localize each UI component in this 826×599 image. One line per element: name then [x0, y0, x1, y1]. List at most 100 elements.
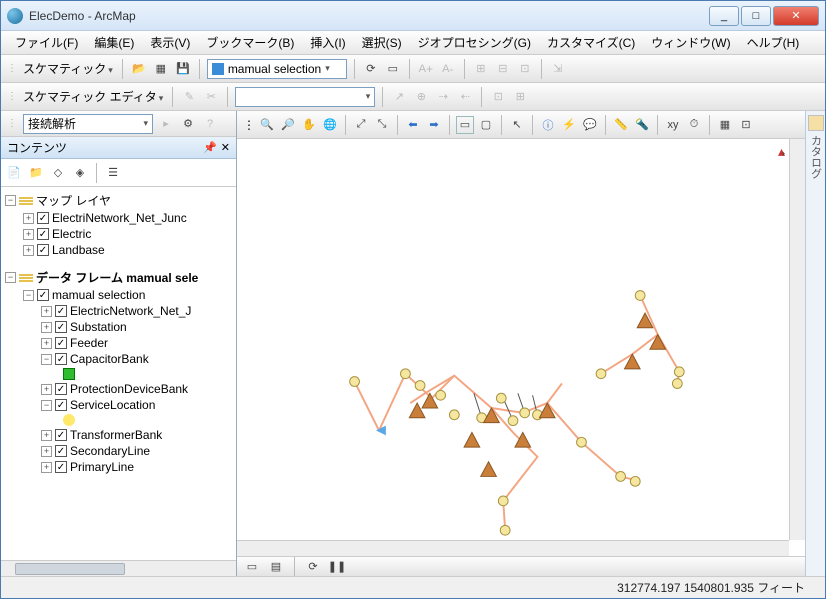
collapse-icon[interactable]: −	[41, 354, 52, 365]
toc-close-icon[interactable]: ✕	[221, 141, 230, 154]
identify-icon[interactable]: ⓘ	[539, 116, 557, 134]
menu-bookmark[interactable]: ブックマーク(B)	[200, 32, 300, 53]
menu-window[interactable]: ウィンドウ(W)	[645, 32, 736, 53]
expand-icon[interactable]: +	[41, 306, 52, 317]
zoom-out-icon[interactable]: 🔎	[279, 116, 297, 134]
analysis-config-icon[interactable]: ⚙	[179, 115, 197, 133]
layer-label[interactable]: Electric	[52, 227, 91, 241]
catalog-icon[interactable]	[808, 115, 824, 131]
checkbox[interactable]: ✓	[55, 305, 67, 317]
menu-file[interactable]: ファイル(F)	[9, 32, 84, 53]
distribute-icon[interactable]: ⊟	[494, 60, 512, 78]
editor-combo[interactable]: ▾	[235, 87, 375, 107]
layer-label[interactable]: Feeder	[70, 336, 108, 350]
fixed-zoom-in-icon[interactable]: ⤢	[352, 116, 370, 134]
tool4-icon[interactable]: ⇠	[456, 88, 474, 106]
pan-icon[interactable]: ✋	[300, 116, 318, 134]
checkbox[interactable]: ✓	[55, 399, 67, 411]
checkbox[interactable]: ✓	[37, 244, 49, 256]
list-by-visibility-icon[interactable]: ◇	[49, 164, 67, 182]
tool3-icon[interactable]: ⇢	[434, 88, 452, 106]
layout-view-icon[interactable]: ▤	[267, 558, 285, 576]
schematic-dropdown[interactable]: スケマティック	[23, 60, 113, 77]
html-popup-icon[interactable]: 💬	[581, 116, 599, 134]
find-icon[interactable]: 🔦	[633, 116, 651, 134]
save-icon[interactable]: 💾	[174, 60, 192, 78]
list-by-selection-icon[interactable]: ◈	[71, 164, 89, 182]
frame2-label[interactable]: データ フレーム mamual sele	[36, 269, 198, 286]
table-icon[interactable]: ▦	[716, 116, 734, 134]
checkbox[interactable]: ✓	[37, 228, 49, 240]
refresh-icon[interactable]: ⟳	[362, 60, 380, 78]
menu-select[interactable]: 選択(S)	[356, 32, 408, 53]
expand-icon[interactable]: ⇲	[549, 60, 567, 78]
checkbox[interactable]: ✓	[55, 461, 67, 473]
expand-icon[interactable]: +	[41, 322, 52, 333]
expand-icon[interactable]: +	[41, 338, 52, 349]
rotate-icon[interactable]: ⊡	[516, 60, 534, 78]
layer-label[interactable]: ServiceLocation	[70, 398, 155, 412]
map-vscrollbar[interactable]	[789, 139, 805, 540]
tool5-icon[interactable]: ⊡	[489, 88, 507, 106]
collapse-icon[interactable]: −	[23, 290, 34, 301]
layer-label[interactable]: Substation	[70, 320, 127, 334]
menu-edit[interactable]: 編集(E)	[88, 32, 140, 53]
fixed-zoom-out-icon[interactable]: ⤡	[373, 116, 391, 134]
next-extent-icon[interactable]: ➡	[425, 116, 443, 134]
schematic-editor-dropdown[interactable]: スケマティック エディタ	[23, 88, 163, 105]
checkbox[interactable]: ✓	[55, 321, 67, 333]
pin-icon[interactable]: 📌	[203, 141, 217, 154]
menu-insert[interactable]: 挿入(I)	[304, 32, 351, 53]
menu-customize[interactable]: カスタマイズ(C)	[541, 32, 641, 53]
full-extent-icon[interactable]: 🌐	[321, 116, 339, 134]
expand-icon[interactable]: +	[41, 446, 52, 457]
layer-label[interactable]: ElectriNetwork_Net_Junc	[52, 211, 187, 225]
clear-select-icon[interactable]: ▢	[477, 116, 495, 134]
layer-label[interactable]: CapacitorBank	[70, 352, 149, 366]
checkbox[interactable]: ✓	[55, 445, 67, 457]
list-by-source-icon[interactable]: 📁	[27, 164, 45, 182]
close-button[interactable]: ✕	[773, 6, 819, 26]
refresh-view-icon[interactable]: ⟳	[304, 558, 322, 576]
zoom-in-icon[interactable]: 🔍	[258, 116, 276, 134]
checkbox[interactable]: ✓	[55, 383, 67, 395]
options-icon[interactable]: ☰	[104, 164, 122, 182]
checkbox[interactable]: ✓	[37, 212, 49, 224]
select-features-icon[interactable]: ▭	[456, 116, 474, 134]
prev-extent-icon[interactable]: ⬅	[404, 116, 422, 134]
tool2-icon[interactable]: ⊕	[412, 88, 430, 106]
menu-geoprocessing[interactable]: ジオプロセシング(G)	[412, 32, 537, 53]
checkbox[interactable]: ✓	[37, 289, 49, 301]
schematic-combo[interactable]: mamual selection ▾	[207, 59, 347, 79]
hyperlink-icon[interactable]: ⚡	[560, 116, 578, 134]
menu-view[interactable]: 表示(V)	[144, 32, 196, 53]
layer-label[interactable]: TransformerBank	[70, 428, 162, 442]
frame1-label[interactable]: マップ レイヤ	[36, 192, 111, 209]
tool6-icon[interactable]: ⊞	[511, 88, 529, 106]
font-dec-icon[interactable]: A-	[439, 60, 457, 78]
layer-label[interactable]: PrimaryLine	[70, 460, 134, 474]
collapse-icon[interactable]: −	[5, 272, 16, 283]
checkbox[interactable]: ✓	[55, 429, 67, 441]
analysis-help-icon[interactable]: ?	[201, 115, 219, 133]
analysis-run-icon[interactable]: ▸	[157, 115, 175, 133]
maximize-button[interactable]: □	[741, 6, 771, 26]
layout-icon[interactable]: ▭	[384, 60, 402, 78]
layer-label[interactable]: Landbase	[52, 243, 105, 257]
toc-tree[interactable]: − マップ レイヤ +✓ElectriNetwork_Net_Junc +✓El…	[1, 187, 236, 560]
expand-icon[interactable]: +	[23, 213, 34, 224]
cut-icon[interactable]: ✂	[202, 88, 220, 106]
edit-icon[interactable]: ✎	[180, 88, 198, 106]
goto-xy-icon[interactable]: xy	[664, 116, 682, 134]
group-label[interactable]: mamual selection	[52, 288, 145, 302]
map-canvas[interactable]: ▴›	[237, 139, 789, 540]
time-slider-icon[interactable]: ⏱	[685, 116, 703, 134]
toc-hscrollbar[interactable]	[1, 560, 236, 576]
viewer-icon[interactable]: ⊡	[737, 116, 755, 134]
expand-icon[interactable]: +	[23, 245, 34, 256]
map-hscrollbar[interactable]	[237, 540, 789, 556]
list-by-drawing-icon[interactable]: 📄	[5, 164, 23, 182]
pause-draw-icon[interactable]: ❚❚	[328, 558, 346, 576]
layer-label[interactable]: SecondaryLine	[70, 444, 150, 458]
expand-icon[interactable]: +	[41, 384, 52, 395]
